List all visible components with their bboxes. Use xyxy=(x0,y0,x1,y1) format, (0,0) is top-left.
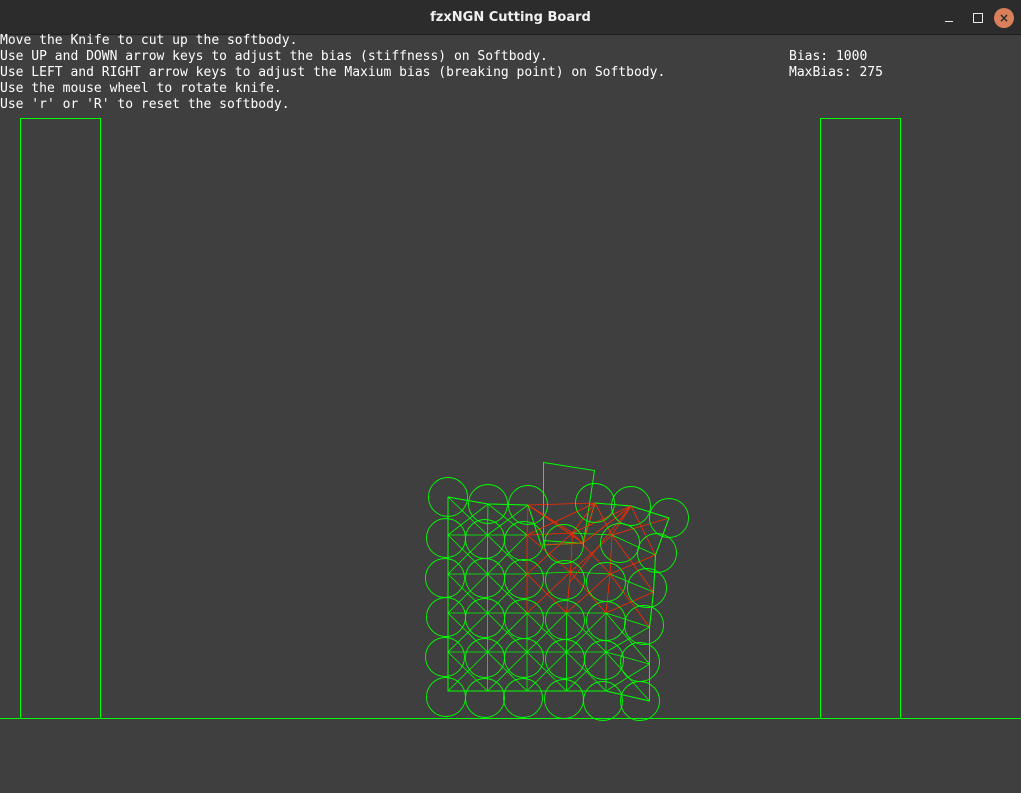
softbody-node xyxy=(465,638,505,678)
title-bar[interactable]: fzxNGN Cutting Board × xyxy=(0,0,1021,35)
instruction-line-2: Use UP and DOWN arrow keys to adjust the… xyxy=(0,49,548,64)
softbody-node xyxy=(426,677,466,717)
softbody-node xyxy=(545,639,585,679)
minimize-icon[interactable] xyxy=(945,21,953,22)
spring-link xyxy=(566,571,571,614)
stress-link xyxy=(540,542,584,546)
softbody-node xyxy=(620,642,660,682)
bias-readout: Bias: 1000 xyxy=(789,49,868,64)
instruction-line-1: Move the Knife to cut up the softbody. xyxy=(0,33,298,48)
instruction-line-4: Use the mouse wheel to rotate knife. xyxy=(0,81,282,96)
app-window: fzxNGN Cutting Board × Move the Knife to… xyxy=(0,0,1021,793)
close-button[interactable]: × xyxy=(994,8,1014,28)
softbody-node xyxy=(465,519,505,559)
spring-link xyxy=(605,651,650,702)
instruction-line-3: Use LEFT and RIGHT arrow keys to adjust … xyxy=(0,65,666,80)
softbody-node xyxy=(620,681,660,721)
game-canvas[interactable]: Move the Knife to cut up the softbody. U… xyxy=(0,33,1021,793)
spring-link xyxy=(570,532,573,573)
softbody-node xyxy=(426,518,466,558)
left-wall xyxy=(20,118,101,719)
spring-link xyxy=(566,573,611,614)
softbody-node xyxy=(465,678,505,718)
spring-link xyxy=(605,573,611,614)
stress-link xyxy=(568,505,632,584)
softbody-node xyxy=(504,559,544,599)
maximize-icon[interactable] xyxy=(973,13,983,23)
spring-link xyxy=(605,651,650,665)
spring-link xyxy=(605,612,650,665)
softbody-node xyxy=(583,681,623,721)
spring-link xyxy=(570,571,607,614)
spring-link xyxy=(526,504,529,536)
softbody-node xyxy=(627,568,667,608)
softbody-node xyxy=(504,599,544,639)
spring-link xyxy=(611,517,670,536)
softbody-node xyxy=(544,679,584,719)
softbody-node xyxy=(600,523,640,563)
spring-link xyxy=(611,534,656,556)
softbody-node xyxy=(586,562,626,602)
spring-link xyxy=(609,534,613,575)
maxbias-readout: MaxBias: 275 xyxy=(789,65,883,80)
stress-link xyxy=(527,504,584,544)
softbody-node xyxy=(637,533,677,573)
softbody-node xyxy=(584,640,624,680)
spring-link xyxy=(526,532,573,536)
scene-svg[interactable] xyxy=(0,35,1021,793)
softbody[interactable] xyxy=(425,477,689,721)
softbody-node xyxy=(545,560,585,600)
right-wall xyxy=(820,118,901,719)
instruction-line-5: Use 'r' or 'R' to reset the softbody. xyxy=(0,97,290,112)
softbody-node xyxy=(465,558,505,598)
softbody-node xyxy=(504,638,544,678)
softbody-node xyxy=(504,521,544,561)
spring-link xyxy=(605,612,650,628)
softbody-node xyxy=(426,597,466,637)
spring-link xyxy=(526,571,571,614)
window-title: fzxNGN Cutting Board xyxy=(430,10,591,25)
softbody-node xyxy=(425,558,465,598)
spring-link xyxy=(527,502,596,506)
spring-link xyxy=(526,571,571,575)
softbody-node xyxy=(503,678,543,718)
softbody-node xyxy=(465,598,505,638)
spring-link xyxy=(526,502,596,536)
spring-link xyxy=(570,534,613,573)
softbody-node xyxy=(545,600,585,640)
spring-link xyxy=(572,532,613,536)
softbody-node xyxy=(425,637,465,677)
